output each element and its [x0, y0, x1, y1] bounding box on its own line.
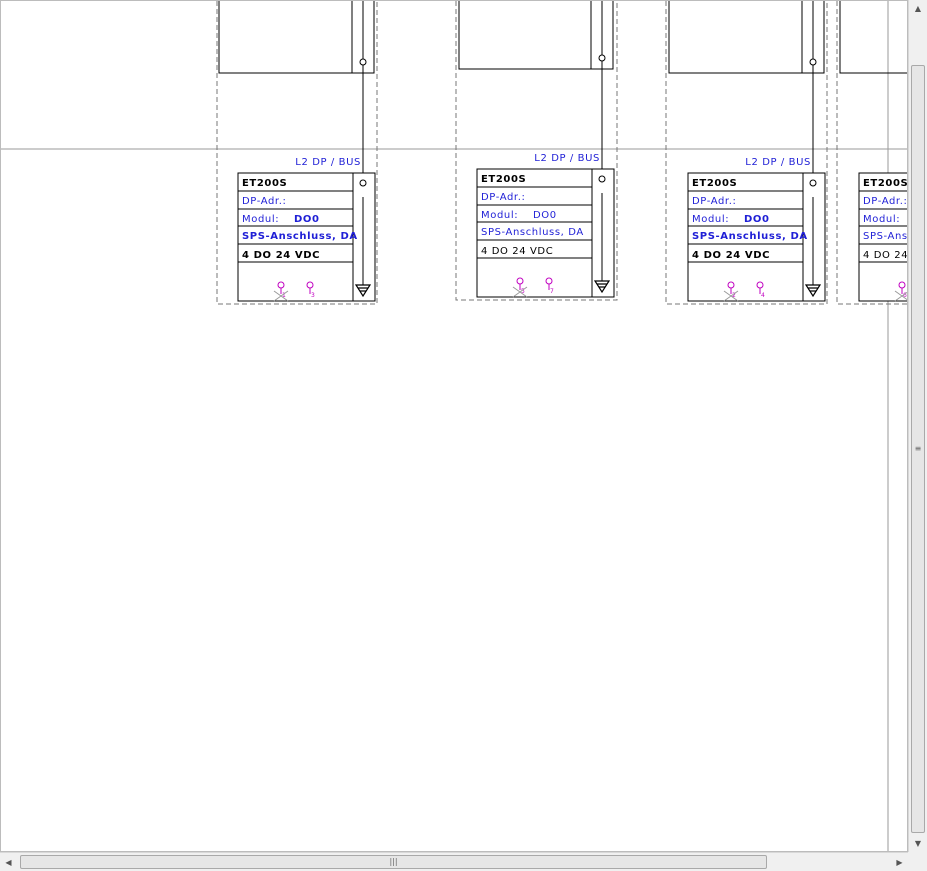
bus-connector-icon: [598, 54, 606, 62]
module-type-label: ET200S: [692, 178, 737, 189]
scroll-down-arrow-icon[interactable]: ▼: [909, 835, 927, 852]
terminal-number: 4: [761, 292, 765, 299]
dp-address-label: DP-Adr.:: [692, 196, 736, 207]
terminal-number: 3: [311, 292, 315, 299]
bus-label: L2 DP / BUS: [745, 157, 811, 168]
vertical-scrollbar[interactable]: ▲ ≡ ▼: [908, 0, 927, 852]
et200s-module[interactable]: L2 DP / BUS ET200S DP-Adr.: Modul: DO0 SPS-An…: [665, 1, 828, 305]
modules-layer: L2 DP / BUS ET200S DP-Adr.: Modul: DO0 SPS-An…: [216, 1, 907, 305]
bus-connector-icon: [809, 58, 817, 66]
module-value: DO0: [533, 210, 557, 221]
et200s-module[interactable]: L2 DP / BUS ET200S DP-Adr.: Modul: DO0 SPS-An…: [455, 1, 618, 301]
drawing-canvas[interactable]: L2 DP / BUS ET200S DP-Adr.: Modul: DO0 SPS-An…: [0, 0, 908, 852]
et200s-module[interactable]: L2 DP / BUS ET200S DP-Adr.: Modul: DO0 SPS-An…: [216, 1, 378, 305]
sps-connection-label: SPS-Ans: [863, 231, 907, 242]
scroll-up-arrow-icon[interactable]: ▲: [909, 0, 927, 17]
module-spec: 4 DO 24 VDC: [242, 250, 320, 261]
horizontal-grip-icon: |||: [389, 857, 398, 866]
module-type-label: ET200S: [242, 178, 287, 189]
module-label: Modul:: [481, 210, 518, 221]
module-value: DO0: [294, 214, 320, 225]
module-bus-connector-icon: [809, 179, 817, 187]
module-bus-connector-icon: [598, 175, 606, 183]
scrollbar-corner: [908, 852, 927, 871]
module-bus-connector-icon: [359, 179, 367, 187]
module-spec: 4 DO 24 VDC: [481, 246, 553, 257]
bus-label: L2 DP / BUS: [295, 157, 361, 168]
module-spec: 4 DO 24 VDC: [692, 250, 770, 261]
module-type-label: ET200S: [481, 174, 526, 185]
module-label: Modul:: [863, 214, 900, 225]
sps-connection-label: SPS-Anschluss, DA: [481, 227, 584, 238]
vertical-scroll-thumb[interactable]: ≡: [911, 65, 925, 833]
bus-connector-icon: [359, 58, 367, 66]
module-label: Modul:: [242, 214, 279, 225]
upper-component-box: [458, 1, 614, 70]
scroll-right-arrow-icon[interactable]: ▶: [891, 853, 908, 871]
upper-component-box: [218, 1, 375, 74]
terminal-number: 7: [550, 288, 554, 295]
sps-connection-label: SPS-Anschluss, DA: [242, 231, 358, 242]
horizontal-scrollbar[interactable]: ◀ ||| ▶: [0, 852, 908, 871]
module-label: Modul:: [692, 214, 729, 225]
upper-component-box: [668, 1, 825, 74]
horizontal-scroll-thumb[interactable]: |||: [20, 855, 767, 869]
schematic-drawing: L2 DP / BUS ET200S DP-Adr.: Modul: DO0 SPS-An…: [1, 1, 907, 851]
dp-address-label: DP-Adr.:: [863, 196, 907, 207]
module-spec: 4 DO 24: [863, 250, 907, 261]
upper-component-box: [839, 1, 907, 74]
et200s-module[interactable]: L2 DP / BUSET200SDP-Adr.:Modul:DOSPS-Ans…: [836, 1, 907, 305]
dp-address-label: DP-Adr.:: [481, 192, 525, 203]
scroll-left-arrow-icon[interactable]: ◀: [0, 853, 17, 871]
module-value: DO0: [744, 214, 770, 225]
sps-connection-label: SPS-Anschluss, DA: [692, 231, 808, 242]
dp-address-label: DP-Adr.:: [242, 196, 286, 207]
module-type-label: ET200S: [863, 178, 907, 189]
vertical-grip-icon: ≡: [914, 444, 922, 453]
bus-label: L2 DP / BUS: [534, 153, 600, 164]
